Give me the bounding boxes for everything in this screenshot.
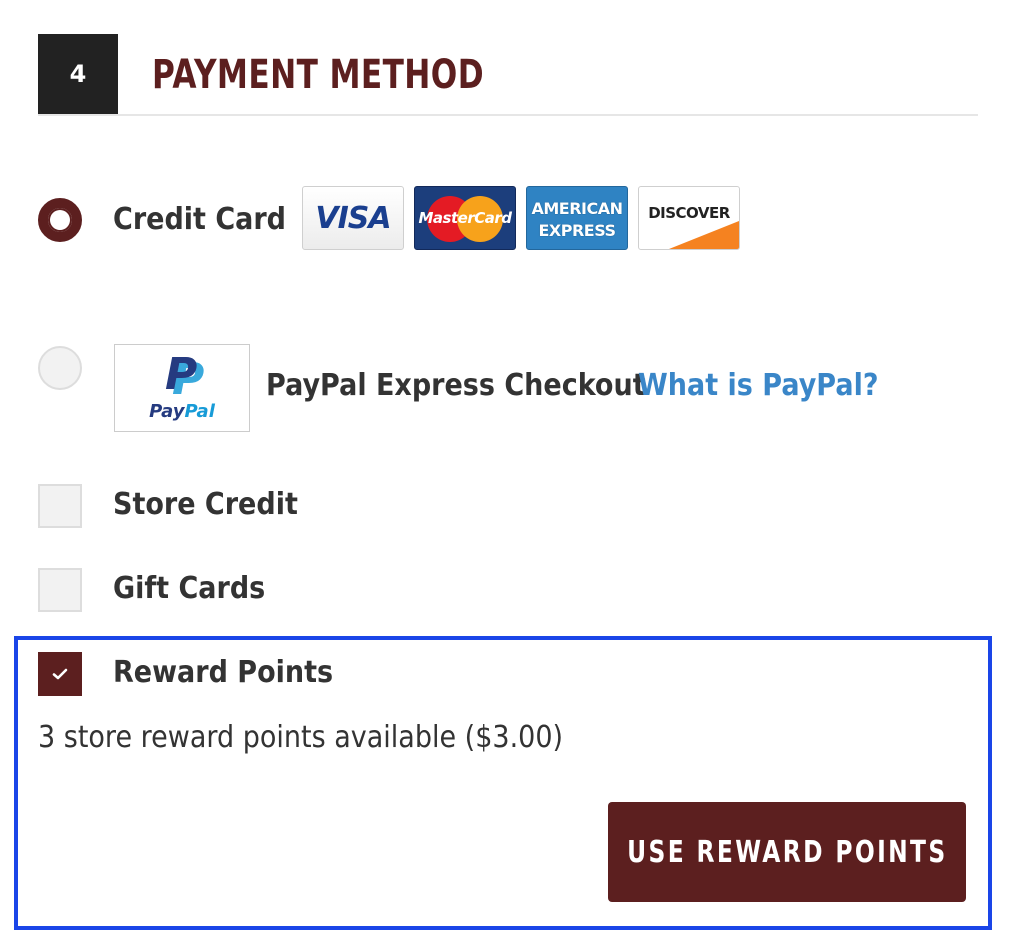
gift-cards-checkbox[interactable]: [38, 568, 82, 612]
paypal-wordmark: PayPal: [115, 401, 249, 422]
use-reward-points-button-label: USE REWARD POINTS: [626, 834, 948, 870]
check-icon: [52, 668, 68, 680]
discover-logo-text: DISCOVER: [648, 204, 730, 222]
mastercard-logo-text: MasterCard: [418, 209, 512, 227]
mastercard-logo: MasterCard: [414, 186, 516, 250]
discover-swoosh: [669, 221, 739, 249]
reward-points-available-text: 3 store reward points available ($3.00): [38, 720, 564, 755]
reward-points-checkbox[interactable]: [38, 652, 82, 696]
amex-logo-text-2: EXPRESS: [538, 221, 616, 240]
store-credit-label[interactable]: Store Credit: [113, 485, 298, 525]
reward-points-label[interactable]: Reward Points: [113, 653, 333, 693]
discover-logo: DISCOVER: [638, 186, 740, 250]
visa-logo-text: VISA: [315, 200, 391, 236]
use-reward-points-button[interactable]: USE REWARD POINTS: [608, 802, 966, 902]
header-divider: [38, 114, 978, 116]
paypal-p-mark: P: [165, 349, 198, 400]
amex-logo: AMERICAN EXPRESS: [526, 186, 628, 250]
what-is-paypal-link[interactable]: What is PayPal?: [638, 366, 879, 406]
paypal-wordmark-pay: Pay: [149, 401, 185, 422]
visa-logo: VISA: [302, 186, 404, 250]
credit-card-radio[interactable]: [38, 198, 82, 242]
amex-logo-text-1: AMERICAN: [531, 199, 623, 218]
paypal-logo[interactable]: P P PayPal: [114, 344, 250, 432]
gift-cards-label[interactable]: Gift Cards: [113, 569, 265, 609]
step-number-badge: 4: [38, 34, 118, 114]
store-credit-checkbox[interactable]: [38, 484, 82, 528]
section-title: PAYMENT METHOD: [152, 52, 485, 98]
paypal-wordmark-pal: Pal: [184, 401, 215, 422]
paypal-radio[interactable]: [38, 346, 82, 390]
credit-card-label[interactable]: Credit Card: [113, 200, 286, 240]
paypal-label[interactable]: PayPal Express Checkout: [266, 366, 646, 406]
